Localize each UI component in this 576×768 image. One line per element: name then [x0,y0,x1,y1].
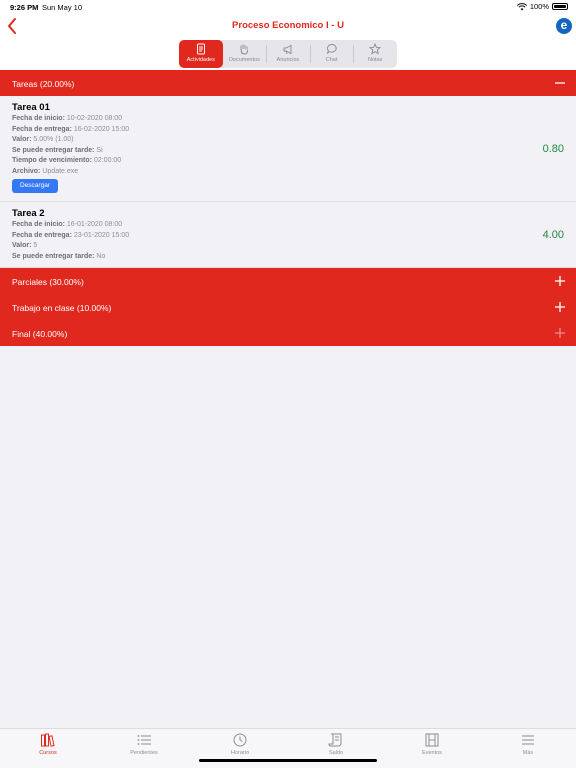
task-field: Tiempo de vencimiento: 02:00:00 [12,157,122,164]
tab-chat[interactable]: Chat [309,40,354,68]
document-icon [196,43,205,55]
status-right: 100% [516,2,568,11]
page-title: Proceso Economico I - U [232,20,344,31]
task-field: Valor: 5.00% (1.00) [12,136,74,143]
collapse-icon[interactable] [554,77,566,89]
status-date: Sun May 10 [42,3,83,12]
tab-anuncios[interactable]: Anuncios [266,40,310,68]
battery-icon [552,3,568,10]
battery-percent: 100% [529,2,549,11]
tab-cursos[interactable]: Cursos [0,729,96,768]
books-icon [41,733,55,747]
expand-plus-icon[interactable] [554,275,566,287]
section-parciales[interactable]: Parciales (30.00%) [0,268,576,294]
task-field: Archivo: Update.exe [12,167,79,175]
task-field: Se puede entregar tarde: No [12,252,106,260]
task-name: Tarea 2 [12,208,45,219]
tab-documentos[interactable]: Documentos [223,40,267,68]
clock-icon [233,733,247,747]
home-indicator [199,759,377,762]
section-parciales-title: Parciales (30.00%) [12,277,84,287]
section-trabajo[interactable]: Trabajo en clase (10.00%) [0,294,576,320]
receipt-icon [328,733,342,747]
section-final[interactable]: Final (40.00%) [0,320,576,346]
tab-horario[interactable]: Horario [192,729,288,768]
hand-icon [240,44,249,55]
tab-saldo-label: Saldo [328,750,344,756]
task-field: Fecha de inicio: 10-02-2020 08:00 [12,115,123,122]
task-field: Fecha de entrega: 16-02-2020 15:00 [12,125,130,133]
task-field: Se puede entregar tarde: Si [12,146,103,154]
tab-pendientes[interactable]: Pendientes [96,729,192,768]
tab-notas-label: Notas [367,57,383,63]
tab-bar: Cursos Pendientes Horario Saldo Eventos … [0,728,576,768]
tab-pendientes-label: Pendientes [130,750,158,756]
app-logo[interactable]: e [556,18,572,34]
tab-notas[interactable]: Notas [353,40,397,68]
expand-plus-icon [555,328,565,338]
task-field: Valor: 5 [12,242,38,249]
tab-cursos-label: Cursos [39,750,57,756]
tab-eventos[interactable]: Eventos [384,729,480,768]
megaphone-icon [283,44,292,55]
tab-mas-label: Más [522,750,534,756]
section-trabajo-title: Trabajo en clase (10.00%) [12,303,112,313]
tab-anuncios-label: Anuncios [276,57,300,63]
star-icon [369,43,382,55]
task-item: Tarea 2 Fecha de inicio: 16-01-2020 08:0… [0,202,576,268]
section-tareas[interactable]: Tareas (20.00%) [0,70,576,96]
task-item: Tarea 01 Fecha de inicio: 10-02-2020 08:… [0,96,576,202]
segmented-control: Actividades Documentos Anuncios Chat Not… [179,40,397,68]
task-grade: 0.80 [542,143,564,155]
nav-bar: Proceso Economico I - U e Actividades Do… [0,14,576,70]
download-button[interactable]: Descargar [12,179,58,193]
task-grade: 4.00 [542,229,564,241]
section-tareas-title: Tareas (20.00%) [12,79,75,89]
chat-bubble-icon [326,44,337,55]
tab-saldo[interactable]: Saldo [288,729,384,768]
section-final-title: Final (40.00%) [12,329,68,339]
tab-actividades-label: Actividades [186,57,215,63]
task-field: Fecha de inicio: 16-01-2020 08:00 [12,221,123,228]
wifi-icon [516,2,527,10]
tab-mas[interactable]: Más [480,729,576,768]
task-name: Tarea 01 [12,102,50,113]
film-icon [425,733,439,747]
menu-icon [522,735,534,745]
status-bar: 9:26 PM Sun May 10 100% [0,0,576,14]
tab-eventos-label: Eventos [422,750,442,756]
expand-plus-icon[interactable] [554,301,566,313]
tab-horario-label: Horario [230,750,250,756]
task-field: Fecha de entrega: 23-01-2020 15:00 [12,231,130,239]
tab-chat-label: Chat [325,57,338,63]
list-icon [137,735,151,745]
tab-actividades[interactable]: Actividades [179,40,223,68]
status-time: 9:26 PM [10,3,39,12]
tab-documentos-label: Documentos [228,57,260,63]
